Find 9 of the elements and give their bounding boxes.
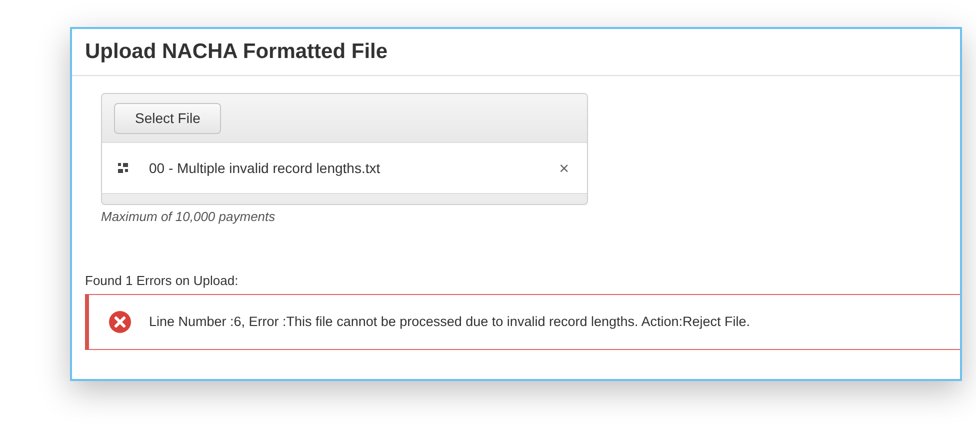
select-file-button[interactable]: Select File [114,102,222,134]
file-name: 00 - Multiple invalid record lengths.txt [149,158,382,178]
remove-button[interactable]: × [559,160,569,176]
limit-note: Maximum of 10,000 payments [101,208,276,226]
error-icon [109,311,131,333]
error-message: Line Number :6, Error :This file cannot be processed due to invalid record lengths. Action:Reject File. [149,312,750,331]
grid-icon [118,163,130,173]
panel-title: Upload NACHA Formatted File [85,39,388,66]
errors-heading: Found 1 Errors on Upload: [85,272,240,290]
